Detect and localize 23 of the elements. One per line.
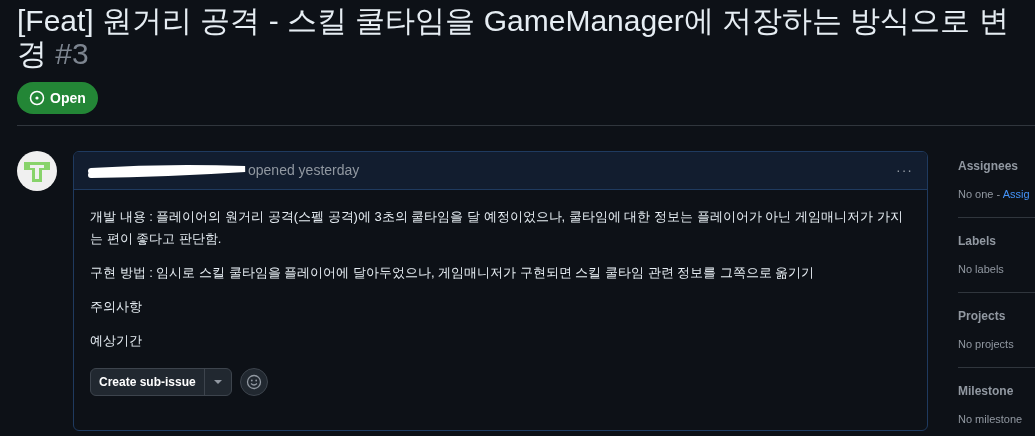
create-sub-issue-button[interactable]: Create sub-issue bbox=[91, 369, 205, 395]
sidebar-heading: Assignees bbox=[958, 158, 1020, 175]
issue-title: [Feat] 원거리 공격 - 스킬 쿨타임을 GameManager에 저장하는 방식으로 변경 #3 bbox=[17, 4, 1010, 70]
status-badge: Open bbox=[17, 82, 98, 114]
body-paragraph: 개발 내용 : 플레이어의 원거리 공격(스펠 공격)에 3초의 쿨타임을 달 예정이었으나, 쿨타임에 대한 정보는 플레이어가 아닌 게임매니저가 가지는 편이 좋다고 판단함. bbox=[90, 208, 904, 248]
sidebar-heading: Labels bbox=[958, 233, 997, 250]
reaction-button[interactable] bbox=[239, 368, 268, 396]
sidebar-heading: Projects bbox=[958, 308, 1007, 325]
opened-time: opened yesterday bbox=[248, 161, 360, 180]
body-paragraph: 예상기간 bbox=[90, 332, 143, 350]
body-paragraph: 구현 방법 : 임시로 스킬 쿨타임을 플레이어에 달아두었으나, 게임매니저가 구현되면 스킬 쿨타임 관련 정보를 그쪽으로 옮기기 bbox=[90, 264, 816, 282]
sidebar-value: No one - bbox=[958, 188, 1002, 200]
more-options-button[interactable]: ··· bbox=[896, 160, 913, 181]
assign-link[interactable]: Assig bbox=[1002, 188, 1030, 200]
sidebar-value: No milestone bbox=[958, 413, 1023, 425]
caret-icon bbox=[213, 380, 222, 384]
body-paragraph: 주의사항 bbox=[90, 298, 143, 316]
sidebar-value: No labels bbox=[958, 263, 1004, 275]
avatar bbox=[17, 151, 57, 191]
smiley-icon bbox=[245, 374, 262, 390]
open-circle-icon bbox=[29, 90, 45, 106]
sidebar-value: No projects bbox=[958, 338, 1014, 350]
sidebar-heading: Milestone bbox=[958, 383, 1015, 400]
